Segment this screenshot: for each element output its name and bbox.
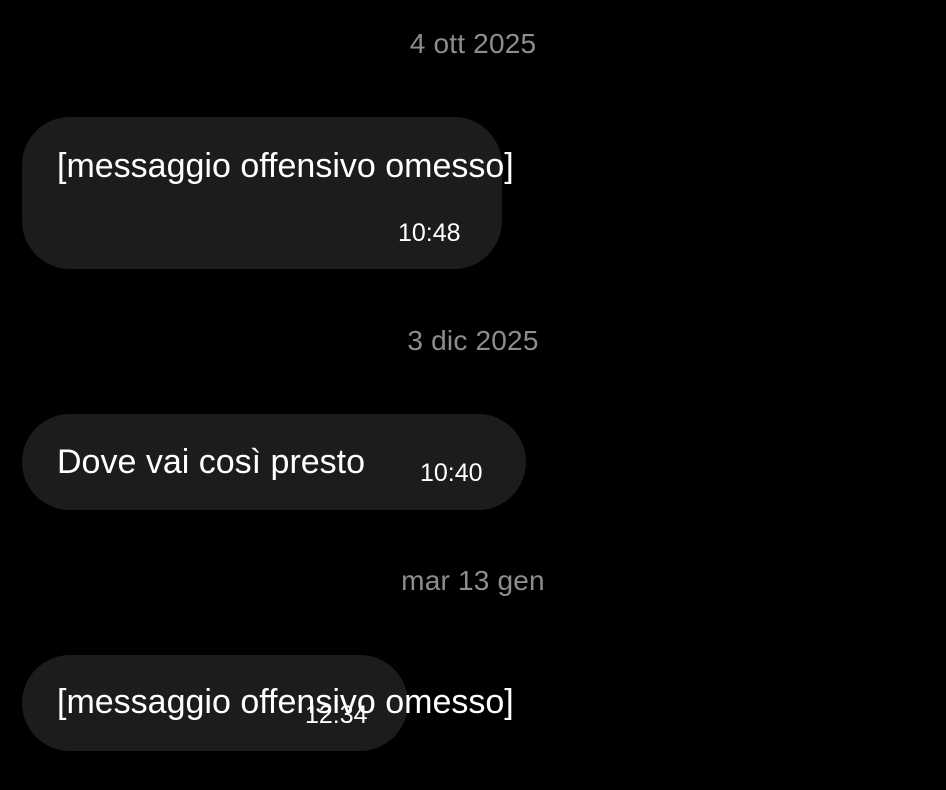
date-separator: 4 ott 2025: [409, 28, 537, 59]
date-separator: 3 dic 2025: [407, 325, 539, 356]
message-timestamp: 12:34: [305, 701, 368, 729]
message-text: [messaggio offensivo omesso]: [57, 147, 514, 185]
message-text: Dove vai così presto: [57, 443, 366, 481]
message-bubble[interactable]: [messaggio offensivo omesso] 12:34: [22, 655, 514, 751]
message-timestamp: 10:48: [398, 219, 461, 247]
date-separator: mar 13 gen: [401, 565, 545, 596]
message-text: [messaggio offensivo omesso]: [57, 683, 514, 721]
message-bubble[interactable]: [messaggio offensivo omesso] 10:48: [22, 117, 514, 269]
message-bubble[interactable]: Dove vai così presto 10:40: [22, 414, 526, 510]
message-timestamp: 10:40: [420, 459, 483, 487]
